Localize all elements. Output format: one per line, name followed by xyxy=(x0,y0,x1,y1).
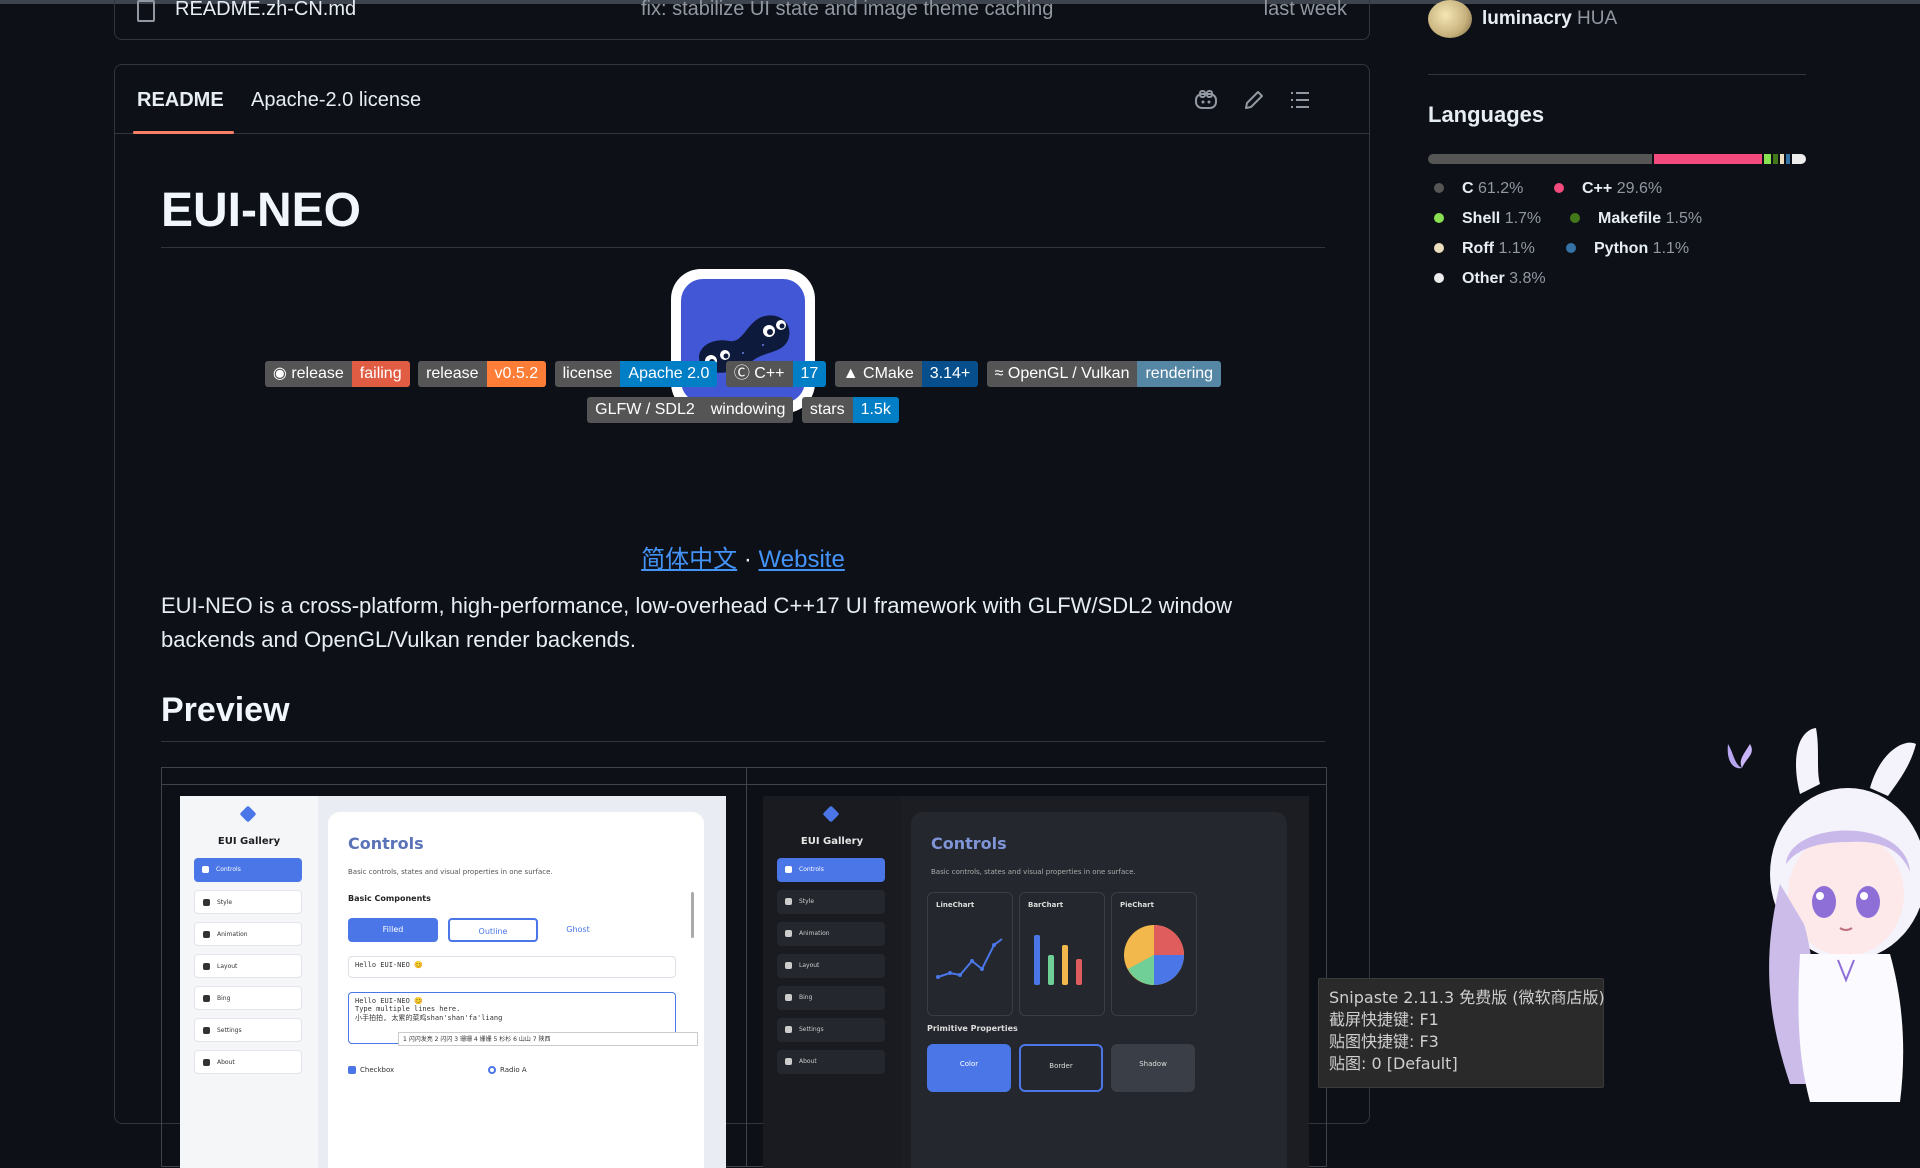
nav-style: Style xyxy=(194,890,302,914)
gallery-sidebar: EUI Gallery Controls Style Animation Lay… xyxy=(180,796,318,1168)
nav-about: About xyxy=(194,1050,302,1074)
badge-stars[interactable]: stars 1.5k xyxy=(801,397,899,423)
card-title: Controls xyxy=(348,834,424,853)
language-item-shell[interactable]: Shell 1.7% xyxy=(1434,210,1541,228)
outline-button: Outline xyxy=(448,918,538,942)
sidebar-divider xyxy=(1428,74,1806,75)
file-icon xyxy=(137,0,155,22)
commit-message-link[interactable]: fix: stabilize UI state and image theme … xyxy=(641,0,1141,21)
desktop-pet-character[interactable] xyxy=(1720,724,1920,1102)
link-separator: · xyxy=(743,546,752,573)
language-bar-segment-shell xyxy=(1764,154,1771,164)
bar-chart-card: BarChart xyxy=(1019,892,1105,1016)
radio: Radio A xyxy=(488,1066,527,1074)
language-item-other[interactable]: Other 3.8% xyxy=(1434,270,1546,288)
controls-card: Controls Basic controls, states and visu… xyxy=(328,812,704,1168)
card-subtitle: Basic controls, states and visual proper… xyxy=(348,868,553,876)
owner-avatar[interactable] xyxy=(1428,0,1472,38)
card-subtitle: Basic controls, states and visual proper… xyxy=(931,868,1136,876)
single-line-input: Hello EUI-NEO 😊 xyxy=(348,956,676,978)
ghost-button: Ghost xyxy=(566,925,590,934)
language-item-cpp[interactable]: C++ 29.6% xyxy=(1554,180,1662,198)
filled-button: Filled xyxy=(348,918,438,942)
languages-title: Languages xyxy=(1428,102,1545,127)
nav-layout: Layout xyxy=(777,954,885,978)
nav-controls: Controls xyxy=(194,858,302,882)
nav-style: Style xyxy=(777,890,885,914)
preview-dark-image: EUI Gallery Controls Style Animation Lay… xyxy=(763,796,1309,1168)
nav-settings: Settings xyxy=(194,1018,302,1042)
controls-card-dark: Controls Basic controls, states and visu… xyxy=(911,812,1287,1168)
tab-readme[interactable]: README xyxy=(133,89,234,134)
nav-settings: Settings xyxy=(777,1018,885,1042)
scrollbar xyxy=(691,892,694,938)
file-list-row[interactable]: README.zh-CN.md fix: stabilize UI state … xyxy=(114,0,1370,40)
copilot-icon[interactable] xyxy=(1193,87,1219,113)
badge-cpp[interactable]: Ⓒ C++ 17 xyxy=(725,361,827,387)
badge-release-version[interactable]: release v0.5.2 xyxy=(418,361,547,387)
readme-title: EUI-NEO xyxy=(161,184,362,237)
language-bar-segment-makefile xyxy=(1772,154,1779,164)
preview-heading: Preview xyxy=(161,691,290,729)
language-bar-segment-roff xyxy=(1780,154,1785,164)
language-item-c[interactable]: C 61.2% xyxy=(1434,180,1523,198)
nav-bing: Bing xyxy=(777,986,885,1010)
pie-chart-card: PieChart xyxy=(1111,892,1197,1016)
primitive-border: Border xyxy=(1019,1044,1103,1092)
nav-animation: Animation xyxy=(194,922,302,946)
language-bar-segment-other xyxy=(1792,154,1806,164)
badges-row-1: ◉ release failing release v0.5.2 license Ap… xyxy=(115,361,1371,387)
owner-alias: HUA xyxy=(1577,8,1618,29)
card-title: Controls xyxy=(931,834,1007,853)
gallery-title: EUI Gallery xyxy=(800,836,864,847)
badge-cmake[interactable]: ▲ CMake 3.14+ xyxy=(834,361,979,387)
nav-animation: Animation xyxy=(777,922,885,946)
snipaste-tooltip: Snipaste 2.11.3 免费版 (微软商店版) 截屏快捷键: F1 贴图… xyxy=(1318,978,1605,1088)
language-bar-segment-python xyxy=(1786,154,1791,164)
outline-list-icon[interactable] xyxy=(1287,87,1313,113)
badges-row-2: GLFW / SDL2 windowing stars 1.5k xyxy=(115,397,1371,423)
language-item-roff[interactable]: Roff 1.1% xyxy=(1434,240,1535,258)
nav-layout: Layout xyxy=(194,954,302,978)
ime-candidates: 1 闪闪发亮 2 闪闪 3 珊珊 4 姗姗 5 杉杉 6 山山 7 陕西 xyxy=(398,1032,698,1046)
language-item-makefile[interactable]: Makefile 1.5% xyxy=(1570,210,1702,228)
line-chart-card: LineChart xyxy=(927,892,1013,1016)
nav-about: About xyxy=(777,1050,885,1074)
link-website[interactable]: Website xyxy=(759,546,845,573)
gallery-title: EUI Gallery xyxy=(217,836,281,847)
pencil-icon[interactable] xyxy=(1241,87,1267,113)
primitive-color: Color xyxy=(927,1044,1011,1092)
project-logo xyxy=(671,269,815,413)
gallery-logo-icon xyxy=(822,805,840,823)
commit-date: last week xyxy=(1263,0,1347,20)
tab-license[interactable]: Apache-2.0 license xyxy=(251,89,421,112)
nav-controls: Controls xyxy=(777,858,885,882)
readme-links: 简体中文 · Website xyxy=(115,539,1371,574)
preview-divider xyxy=(161,741,1325,742)
preview-table: EUI Gallery Controls Style Animation Lay… xyxy=(161,767,1327,1168)
language-bar-segment-cpp xyxy=(1654,154,1763,164)
nav-bing: Bing xyxy=(194,986,302,1010)
title-divider xyxy=(161,247,1325,248)
readme-description: EUI-NEO is a cross-platform, high-perfor… xyxy=(161,593,1233,652)
checkbox: Checkbox xyxy=(348,1066,394,1074)
readme-tabs: README Apache-2.0 license xyxy=(115,65,1369,134)
primitive-properties-label: Primitive Properties xyxy=(927,1024,1018,1033)
readme-panel: README Apache-2.0 license EUI-NEO ◉ rele… xyxy=(114,64,1371,1168)
primitive-shadow: Shadow xyxy=(1111,1044,1195,1092)
languages-bar xyxy=(1428,154,1806,164)
gallery-logo-icon xyxy=(239,805,257,823)
badge-windowing[interactable]: GLFW / SDL2 windowing xyxy=(587,397,794,423)
file-name-link[interactable]: README.zh-CN.md xyxy=(175,0,356,21)
gallery-sidebar-dark: EUI Gallery Controls Style Animation Lay… xyxy=(763,796,901,1168)
badge-license[interactable]: license Apache 2.0 xyxy=(554,361,718,387)
badge-renderer[interactable]: ≈ OpenGL / Vulkan rendering xyxy=(986,361,1222,387)
preview-light-image: EUI Gallery Controls Style Animation Lay… xyxy=(180,796,726,1168)
badge-release-status[interactable]: ◉ release failing xyxy=(264,361,410,387)
owner-name[interactable]: luminacry xyxy=(1482,8,1572,29)
link-chinese-readme[interactable]: 简体中文 xyxy=(641,546,737,573)
language-item-python[interactable]: Python 1.1% xyxy=(1566,240,1689,258)
language-bar-segment-c xyxy=(1428,154,1653,164)
card-section: Basic Components xyxy=(348,894,431,903)
